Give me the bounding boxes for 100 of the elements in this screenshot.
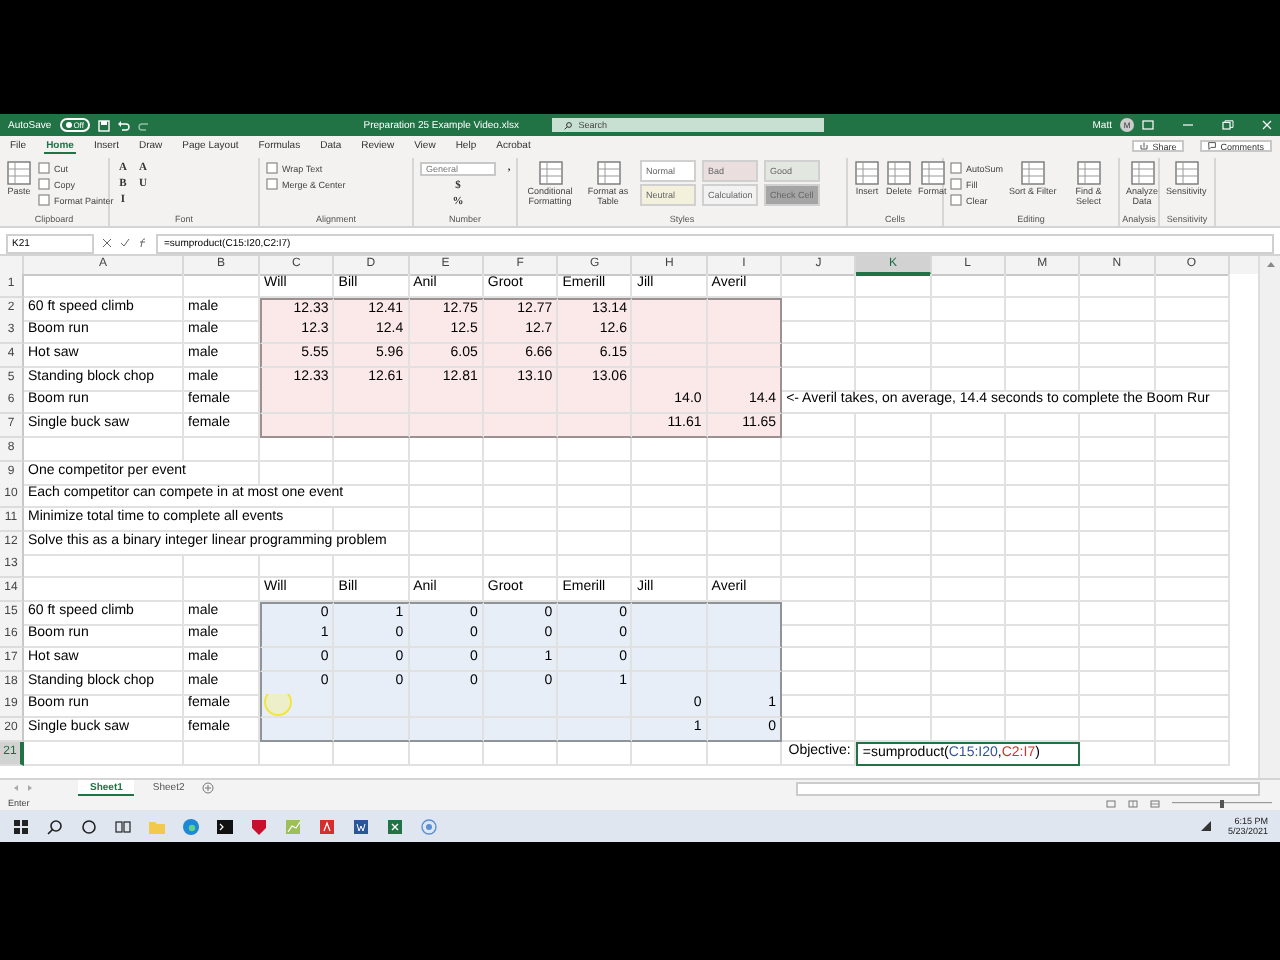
empty-cell [931, 694, 1006, 719]
empty-cell [1005, 507, 1081, 532]
redo-icon[interactable] [137, 119, 150, 131]
empty-cell [931, 320, 1006, 345]
empty-cell [558, 437, 633, 462]
empty-cell [260, 461, 335, 485]
ribbon-icon [1173, 160, 1200, 186]
empty-cell [931, 461, 1006, 485]
empty-cell [1005, 461, 1081, 485]
empty-cell [409, 741, 484, 767]
horizontal-scrollbar[interactable] [796, 781, 1260, 795]
empty-cell [931, 648, 1006, 672]
save-icon[interactable] [97, 119, 110, 131]
empty-cell [1155, 601, 1230, 626]
minimize-icon[interactable] [1182, 120, 1194, 130]
ribbon-icon [854, 160, 880, 186]
empty-cell [707, 437, 783, 462]
empty-cell [409, 484, 484, 509]
empty-cell [1155, 461, 1230, 485]
empty-cell [1080, 671, 1156, 696]
empty-cell [184, 437, 260, 462]
cancel-icon[interactable] [102, 238, 112, 248]
ribbon-icon [6, 160, 32, 186]
empty-cell [1005, 624, 1081, 649]
empty-cell [931, 437, 1006, 462]
close-icon[interactable] [1262, 120, 1272, 130]
enter-icon[interactable] [120, 238, 130, 248]
empty-cell [931, 507, 1006, 532]
empty-cell [1155, 531, 1230, 556]
ribbon-icon [1129, 160, 1155, 186]
windows-icon[interactable] [12, 817, 30, 835]
page-layout-icon[interactable] [1128, 799, 1138, 807]
empty-cell [931, 484, 1006, 509]
empty-cell [856, 718, 932, 743]
empty-cell [558, 484, 633, 509]
empty-cell [931, 344, 1006, 369]
empty-cell [1005, 414, 1081, 439]
empty-cell [558, 507, 633, 532]
empty-cell [1005, 531, 1081, 556]
empty-cell [1080, 437, 1156, 462]
empty-cell [1080, 577, 1156, 602]
empty-cell [1080, 624, 1156, 649]
browser-icon[interactable] [182, 817, 200, 835]
empty-cell [184, 577, 260, 602]
empty-cell [856, 274, 932, 298]
empty-cell [334, 741, 410, 767]
empty-cell [632, 437, 708, 462]
empty-cell [1080, 414, 1156, 439]
page-break-icon[interactable] [1150, 799, 1160, 807]
empty-cell [707, 554, 783, 579]
empty-cell [1155, 718, 1230, 743]
pdf-app-icon[interactable] [318, 817, 336, 835]
empty-cell [1155, 648, 1230, 672]
empty-cell [1155, 554, 1230, 579]
search-icon [564, 121, 573, 129]
undo-icon[interactable] [117, 119, 130, 131]
empty-cell [1080, 741, 1156, 767]
search-icon[interactable] [46, 817, 64, 835]
scroll-up-icon[interactable] [1265, 260, 1275, 268]
empty-cell [931, 671, 1006, 696]
empty-cell [707, 531, 783, 556]
terminal-icon[interactable] [216, 817, 234, 835]
empty-cell [856, 577, 932, 602]
add-sheet-icon[interactable] [202, 782, 215, 794]
restore-icon[interactable] [1222, 120, 1234, 130]
empty-cell [931, 624, 1006, 649]
empty-cell [184, 274, 260, 298]
spreadsheet-app-icon[interactable] [386, 817, 404, 835]
empty-cell [483, 484, 559, 509]
empty-cell [856, 367, 932, 392]
empty-cell [632, 484, 708, 509]
word-app-icon[interactable] [352, 817, 370, 835]
task-view-icon[interactable] [114, 817, 132, 835]
share-icon [1140, 142, 1149, 150]
empty-cell [1005, 694, 1081, 719]
empty-cell [1080, 601, 1156, 626]
empty-cell [1155, 624, 1230, 649]
empty-cell [558, 461, 633, 485]
shield-icon[interactable] [250, 817, 268, 835]
empty-cell [856, 484, 932, 509]
empty-cell [558, 531, 633, 556]
empty-cell [1005, 297, 1081, 322]
function-icon[interactable] [138, 238, 148, 248]
empty-cell [856, 437, 932, 462]
circle-icon[interactable] [80, 817, 98, 835]
empty-cell [483, 531, 559, 556]
record-app-icon[interactable] [420, 817, 438, 835]
empty-cell [931, 554, 1006, 579]
empty-cell [558, 554, 633, 579]
empty-cell [1005, 648, 1081, 672]
normal-view-icon[interactable] [1106, 799, 1116, 807]
empty-cell [632, 461, 708, 485]
empty-cell [260, 437, 335, 462]
ribbon-icon [886, 160, 912, 186]
zoom-slider[interactable] [1172, 799, 1272, 807]
network-icon[interactable] [1199, 820, 1212, 832]
empty-cell [1155, 741, 1230, 767]
empty-cell [1080, 274, 1156, 298]
ribbon-display-icon[interactable] [1142, 120, 1154, 130]
empty-cell [856, 461, 932, 485]
